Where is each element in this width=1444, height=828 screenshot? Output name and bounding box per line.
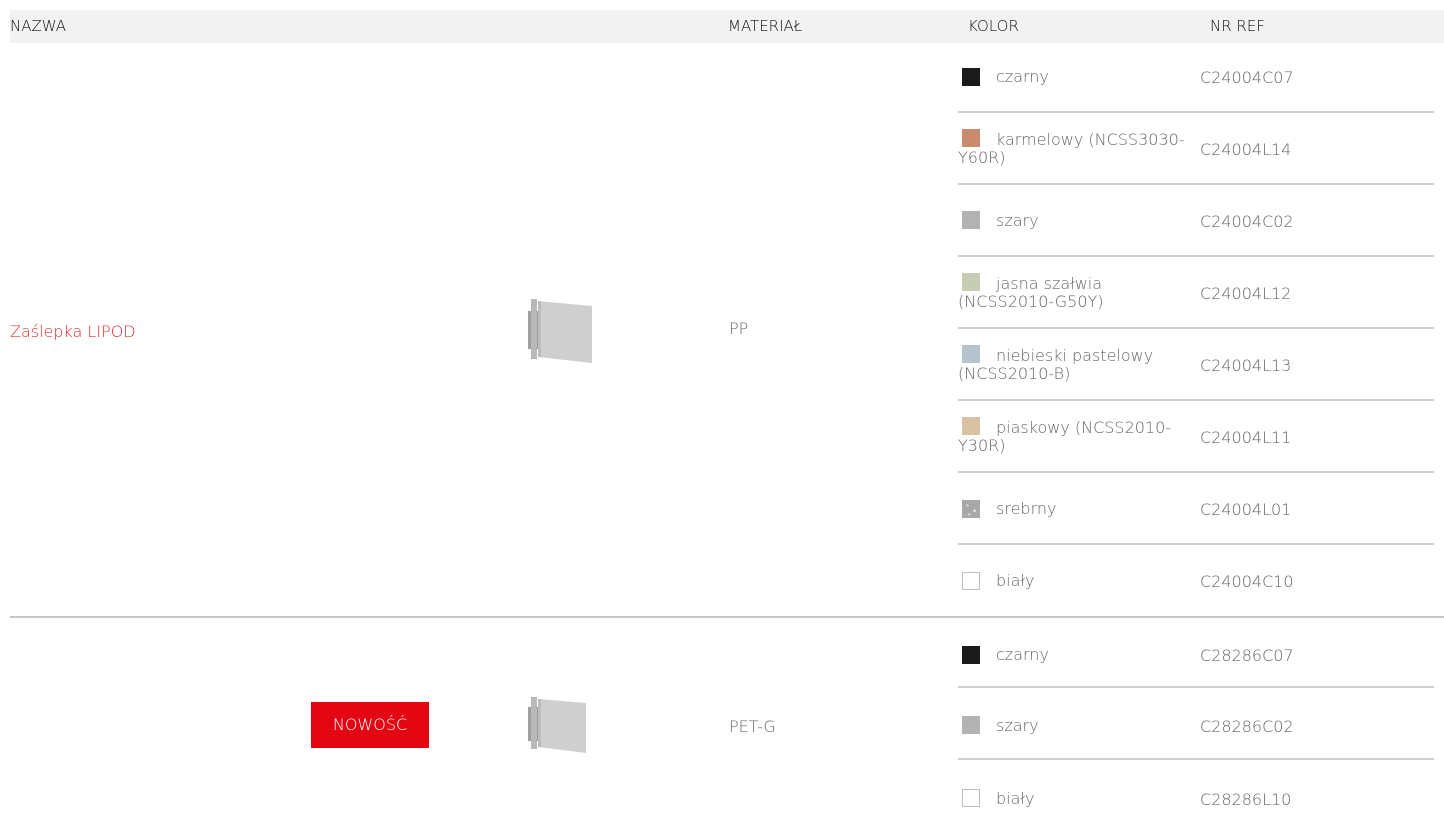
variant-row: srebrny C24004L01: [958, 475, 1434, 545]
ref-number: C28286C07: [1200, 646, 1294, 665]
color-name: czarny: [996, 645, 1049, 664]
color-name: czarny: [996, 67, 1049, 86]
variant-row: szary C28286C02: [958, 690, 1434, 760]
ref-number: C24004L11: [1200, 428, 1292, 447]
ref-number: C24004L13: [1200, 356, 1292, 375]
ref-number: C24004L14: [1200, 140, 1292, 159]
variant-row: niebieski pastelowy (NCSS2010-B) C24004L…: [958, 331, 1434, 401]
ref-number: C24004L12: [1200, 284, 1292, 303]
ref-number: C28286L10: [1200, 790, 1292, 809]
table-header: NAZWA MATERIAŁ KOLOR NR REF: [10, 10, 1444, 43]
new-badge: NOWOŚĆ: [311, 702, 429, 748]
variant-row: jasna szałwia (NCSS2010-G50Y) C24004L12: [958, 259, 1434, 329]
ref-number: C24004L01: [1200, 500, 1292, 519]
variant-row: czarny C24004C07: [958, 43, 1434, 113]
color-name: piaskowy (NCSS2010-Y30R): [958, 418, 1172, 455]
column-header-material: MATERIAŁ: [728, 17, 803, 35]
color-name: biały: [996, 571, 1035, 590]
ref-number: C24004C10: [1200, 572, 1294, 591]
variant-row: szary C24004C02: [958, 187, 1434, 257]
ref-number: C28286C02: [1200, 717, 1294, 736]
color-name: biały: [996, 789, 1035, 808]
color-name: srebrny: [996, 499, 1057, 518]
ref-number: C24004C02: [1200, 212, 1294, 231]
color-name: jasna szałwia (NCSS2010-G50Y): [958, 274, 1104, 311]
material-value: PP: [729, 319, 749, 338]
variant-row: karmelowy (NCSS3030-Y60R) C24004L14: [958, 115, 1434, 185]
ref-number: C24004C07: [1200, 68, 1294, 87]
product-name-link[interactable]: Zaślepka LIPOD: [10, 322, 136, 341]
column-header-name: NAZWA: [10, 17, 67, 35]
variant-row: biały C24004C10: [958, 547, 1434, 617]
end-cap-image[interactable]: [528, 695, 588, 757]
color-name: karmelowy (NCSS3030-Y60R): [958, 130, 1185, 167]
column-header-ref: NR REF: [1210, 17, 1265, 35]
column-header-color: KOLOR: [968, 17, 1019, 35]
end-cap-image[interactable]: [528, 297, 592, 367]
material-value: PET-G: [729, 717, 776, 736]
variant-row: czarny C28286C07: [958, 618, 1434, 688]
color-name: szary: [996, 716, 1039, 735]
color-name: szary: [996, 211, 1039, 230]
color-name: niebieski pastelowy (NCSS2010-B): [958, 346, 1154, 383]
variant-row: piaskowy (NCSS2010-Y30R) C24004L11: [958, 403, 1434, 473]
variant-row: biały C28286L10: [958, 762, 1434, 828]
